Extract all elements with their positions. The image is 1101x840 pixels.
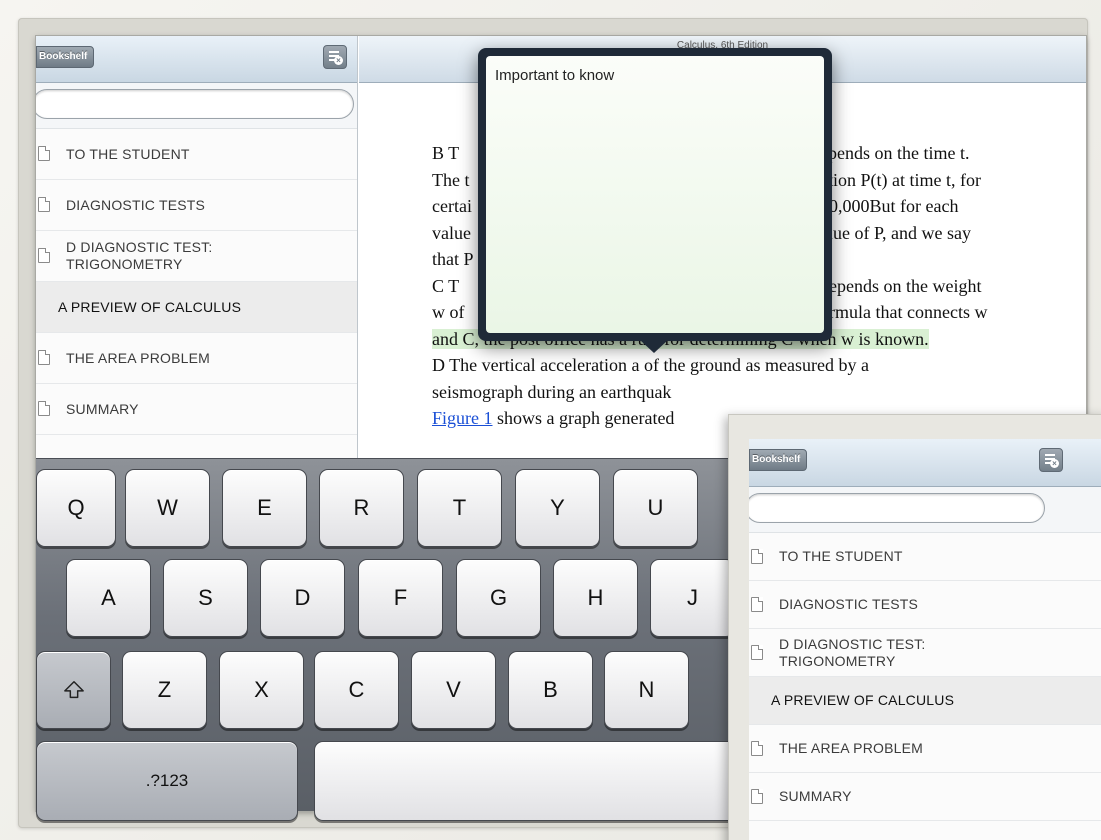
reader-line: certai — [432, 196, 472, 216]
inset-panel: Bookshelf × TO THE STUDENT DIAGNOSTIC TE… — [728, 414, 1101, 840]
note-text: Important to know — [495, 67, 615, 84]
document-icon — [38, 248, 50, 263]
toc-item[interactable]: THE AREA PROBLEM — [749, 725, 1101, 773]
search-bar — [749, 487, 1101, 533]
key-d[interactable]: D — [260, 559, 345, 637]
toc-item-label: DIAGNOSTIC TESTS — [66, 196, 206, 213]
reader-line: The t — [432, 169, 470, 190]
document-icon — [751, 549, 763, 564]
key-b[interactable]: B — [508, 651, 593, 729]
reader-line: that P — [432, 249, 474, 269]
reader-line: value — [432, 222, 471, 243]
reader-line: 00,000But for each — [820, 196, 959, 216]
key-v[interactable]: V — [411, 651, 496, 729]
key-z[interactable]: Z — [122, 651, 207, 729]
inset-screen: Bookshelf × TO THE STUDENT DIAGNOSTIC TE… — [749, 439, 1101, 840]
figure-link[interactable]: Figure 1 — [432, 408, 493, 428]
toc-item[interactable]: THE AREA PROBLEM — [36, 333, 357, 384]
key-y[interactable]: Y — [515, 469, 600, 547]
note-body[interactable]: Important to know — [486, 56, 824, 333]
toc-item-label: THE AREA PROBLEM — [779, 740, 924, 756]
key-e[interactable]: E — [222, 469, 307, 547]
key-a[interactable]: A — [66, 559, 151, 637]
toc-item[interactable]: D DIAGNOSTIC TEST: TRIGONOMETRY — [749, 629, 1101, 677]
toc-item-label: A PREVIEW OF CALCULUS — [58, 298, 242, 315]
key-s[interactable]: S — [163, 559, 248, 637]
space-key[interactable] — [314, 741, 754, 821]
reader-line: B T — [432, 143, 460, 163]
reader-line: C T — [432, 275, 460, 296]
search-bar — [36, 83, 357, 129]
toc-item[interactable]: SUMMARY — [36, 384, 357, 435]
toc-item-label: D DIAGNOSTIC TEST: TRIGONOMETRY — [779, 635, 926, 669]
toc-item[interactable]: SUMMARY — [749, 773, 1101, 821]
toc-item[interactable]: DIAGNOSTIC TESTS — [36, 180, 357, 231]
key-j[interactable]: J — [650, 559, 735, 637]
reader-line: ormula that connects w — [820, 302, 988, 322]
sidebar-toolbar: Bookshelf × — [36, 36, 357, 83]
reader-line: epends on the time t. — [820, 143, 970, 163]
key-n[interactable]: N — [604, 651, 689, 729]
toc-item-label: THE AREA PROBLEM — [66, 349, 211, 366]
reader-line: alue of P, and we say — [820, 222, 971, 243]
reader-line: depends on the weight — [820, 275, 982, 296]
document-icon — [751, 741, 763, 756]
toc-item-label: A PREVIEW OF CALCULUS — [771, 692, 955, 708]
reader-line: ation P(t) at time t, for — [820, 169, 981, 190]
note-popover: Important to know — [478, 48, 832, 353]
document-icon — [38, 350, 50, 365]
key-u[interactable]: U — [613, 469, 698, 547]
key-c[interactable]: C — [314, 651, 399, 729]
toc-item-label: DIAGNOSTIC TESTS — [779, 596, 919, 612]
toc-item[interactable]: D DIAGNOSTIC TEST: TRIGONOMETRY — [36, 231, 357, 282]
toc-item-label: TO THE STUDENT — [66, 145, 190, 162]
list-settings-icon[interactable]: × — [323, 45, 347, 69]
shift-key[interactable] — [36, 651, 111, 729]
reader-line: seismograph during an earthquak — [432, 381, 672, 402]
search-input[interactable] — [749, 493, 1045, 523]
key-h[interactable]: H — [553, 559, 638, 637]
toc-item[interactable]: TO THE STUDENT — [749, 533, 1101, 581]
document-icon — [751, 597, 763, 612]
toc-item-label: SUMMARY — [66, 400, 139, 417]
bookshelf-button[interactable]: Bookshelf — [749, 449, 808, 471]
bookshelf-button[interactable]: Bookshelf — [36, 46, 95, 68]
key-q[interactable]: Q — [36, 469, 116, 547]
key-r[interactable]: R — [319, 469, 404, 547]
key-w[interactable]: W — [125, 469, 210, 547]
toc-item-label: SUMMARY — [779, 788, 852, 804]
document-icon — [38, 401, 50, 416]
key-x[interactable]: X — [219, 651, 304, 729]
list-settings-icon[interactable]: × — [1039, 448, 1063, 472]
toc-item-active[interactable]: A PREVIEW OF CALCULUS — [36, 282, 357, 333]
reader-line: shows a graph generated — [492, 408, 675, 428]
toc-item[interactable]: TO THE STUDENT — [36, 129, 357, 180]
popover-arrow — [640, 340, 668, 353]
toc-item-label: D DIAGNOSTIC TEST: TRIGONOMETRY — [66, 239, 213, 272]
shift-icon — [63, 681, 84, 699]
key-f[interactable]: F — [358, 559, 443, 637]
inset-toolbar: Bookshelf × — [749, 439, 1101, 487]
reader-line: w of — [432, 302, 465, 322]
key-t[interactable]: T — [417, 469, 502, 547]
reader-line: D The vertical acceleration a of the gro… — [432, 355, 869, 375]
toc-item[interactable]: DIAGNOSTIC TESTS — [749, 581, 1101, 629]
toc-item-active[interactable]: A PREVIEW OF CALCULUS — [749, 677, 1101, 725]
document-icon — [751, 645, 763, 660]
document-icon — [38, 197, 50, 212]
key-g[interactable]: G — [456, 559, 541, 637]
toc-item-label: TO THE STUDENT — [779, 548, 903, 564]
document-icon — [38, 146, 50, 161]
document-icon — [751, 789, 763, 804]
numbers-key[interactable]: .?123 — [36, 741, 298, 821]
search-input[interactable] — [36, 89, 354, 119]
